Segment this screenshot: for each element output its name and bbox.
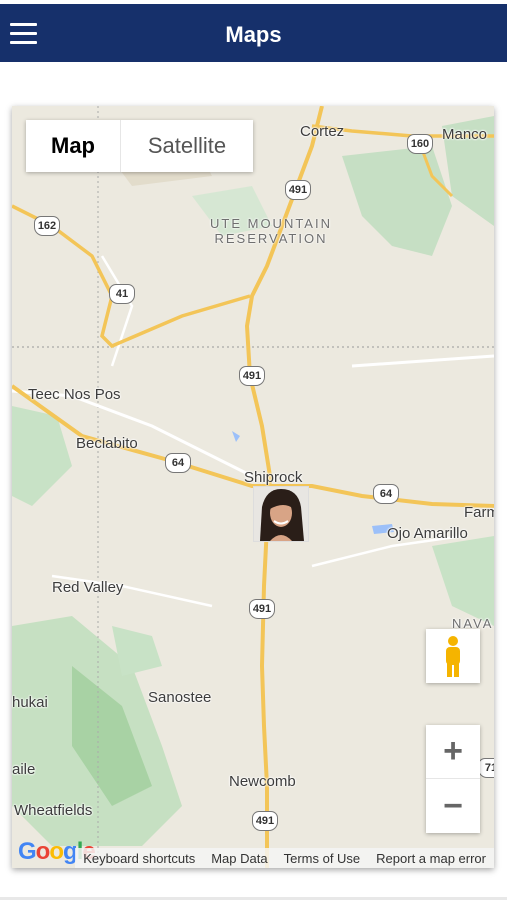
route-shield: 491 bbox=[252, 811, 278, 831]
pegman-icon[interactable] bbox=[426, 629, 480, 683]
place-farmington: Farm bbox=[464, 504, 494, 521]
place-mancos: Manco bbox=[442, 126, 488, 143]
zoom-in-button[interactable]: + bbox=[426, 725, 480, 779]
user-avatar-marker[interactable] bbox=[253, 486, 309, 542]
place-sanostee: Sanostee bbox=[148, 689, 212, 706]
zoom-control: + − bbox=[426, 725, 480, 833]
place-aile: aile bbox=[12, 761, 36, 778]
keyboard-shortcuts-link[interactable]: Keyboard shortcuts bbox=[75, 851, 203, 866]
place-beclabito: Beclabito bbox=[76, 435, 138, 452]
terms-of-use-link[interactable]: Terms of Use bbox=[276, 851, 369, 866]
map-type-map-button[interactable]: Map bbox=[26, 120, 121, 172]
map-type-control: Map Satellite bbox=[26, 120, 253, 172]
report-map-error-link[interactable]: Report a map error bbox=[368, 851, 494, 866]
route-shield: 160 bbox=[407, 134, 433, 154]
place-shiprock: Shiprock bbox=[244, 469, 303, 486]
place-red-valley: Red Valley bbox=[52, 579, 124, 596]
place-teec-nos-pos: Teec Nos Pos bbox=[28, 386, 121, 403]
place-hukai: hukai bbox=[12, 694, 48, 711]
map-data-link[interactable]: Map Data bbox=[203, 851, 275, 866]
place-newcomb: Newcomb bbox=[229, 773, 296, 790]
app-bar: Maps bbox=[0, 4, 507, 62]
route-shield: 41 bbox=[109, 284, 135, 304]
place-wheatfields: Wheatfields bbox=[14, 802, 93, 819]
route-shield: 491 bbox=[285, 180, 311, 200]
reservation-label: UTE MOUNTAIN RESERVATION bbox=[210, 216, 332, 246]
map-footer: Keyboard shortcuts Map Data Terms of Use… bbox=[75, 848, 494, 868]
zoom-out-button[interactable]: − bbox=[426, 779, 480, 833]
route-shield: 64 bbox=[373, 484, 399, 504]
route-shield: 162 bbox=[34, 216, 60, 236]
place-ojo-amarillo: Ojo Amarillo bbox=[387, 525, 468, 542]
page-title: Maps bbox=[225, 22, 282, 47]
map-view[interactable]: Cortez Manco UTE MOUNTAIN RESERVATION Te… bbox=[12, 106, 494, 868]
map-type-satellite-button[interactable]: Satellite bbox=[121, 120, 253, 172]
place-cortez: Cortez bbox=[300, 123, 345, 140]
route-shield: 64 bbox=[165, 453, 191, 473]
route-shield: 491 bbox=[249, 599, 275, 619]
route-shield: 491 bbox=[239, 366, 265, 386]
route-shield: 71 bbox=[478, 758, 494, 778]
